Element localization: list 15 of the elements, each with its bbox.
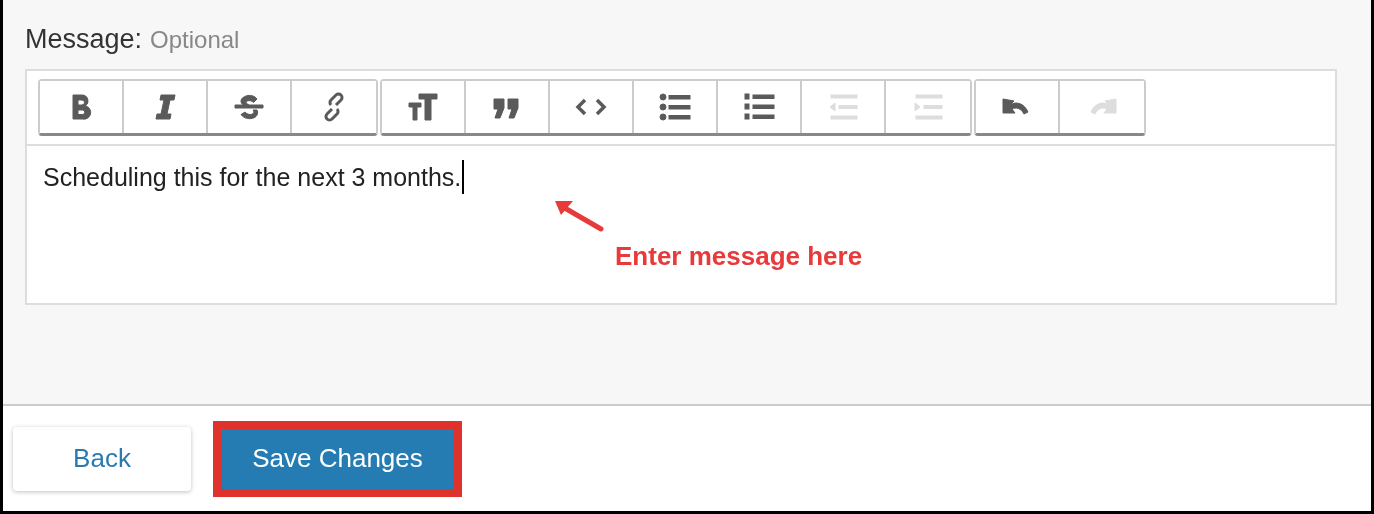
text-cursor <box>462 160 465 194</box>
outdent-icon <box>827 91 859 123</box>
message-input[interactable]: Scheduling this for the next 3 months. <box>43 162 462 192</box>
heading-button[interactable] <box>382 81 466 133</box>
message-label: Message: <box>25 24 143 55</box>
bold-button[interactable] <box>40 81 124 133</box>
bulleted-list-icon <box>659 91 691 123</box>
optional-hint: Optional <box>150 26 240 54</box>
indent-icon <box>912 91 944 123</box>
numbered-list-icon <box>743 91 775 123</box>
undo-button[interactable] <box>976 81 1060 133</box>
back-button[interactable]: Back <box>13 426 191 491</box>
save-button[interactable]: Save Changes <box>221 428 454 489</box>
annotation-text: Enter message here <box>615 241 863 272</box>
text-size-icon <box>407 91 439 123</box>
